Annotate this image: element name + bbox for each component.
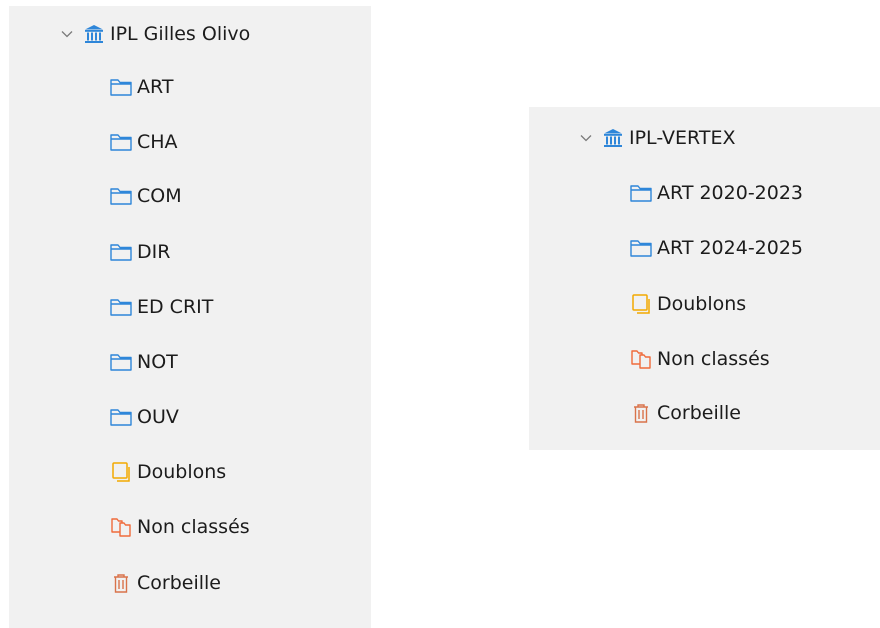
folder-icon	[109, 184, 133, 208]
collection-item-doublons[interactable]: Doublons	[629, 289, 746, 319]
collection-item-non-classes[interactable]: Non classés	[109, 512, 250, 542]
folder-icon	[109, 405, 133, 429]
library-row-ipl-gilles-olivo[interactable]: IPL Gilles Olivo	[60, 19, 250, 49]
folder-icon	[109, 295, 133, 319]
folder-icon	[629, 236, 653, 260]
collection-item-not[interactable]: NOT	[109, 347, 178, 377]
duplicates-icon	[629, 292, 653, 316]
collection-item-dir[interactable]: DIR	[109, 237, 170, 267]
folder-icon	[109, 240, 133, 264]
trash-icon	[629, 401, 653, 425]
duplicates-icon	[109, 460, 133, 484]
collection-item-non-classes[interactable]: Non classés	[629, 344, 770, 374]
folder-icon	[109, 350, 133, 374]
collection-item-art-2020-2023[interactable]: ART 2020-2023	[629, 178, 803, 208]
unfiled-icon	[629, 347, 653, 371]
collection-item-cha[interactable]: CHA	[109, 127, 178, 157]
collection-item-corbeille[interactable]: Corbeille	[629, 398, 741, 428]
library-tree-ipl-gilles-olivo: IPL Gilles Olivo ART CHA COM DIR ED CRIT	[9, 6, 371, 628]
library-name: IPL-VERTEX	[629, 127, 736, 149]
collection-item-ouv[interactable]: OUV	[109, 402, 179, 432]
folder-icon	[629, 181, 653, 205]
collection-item-corbeille[interactable]: Corbeille	[109, 568, 221, 598]
collection-item-art[interactable]: ART	[109, 72, 173, 102]
folder-icon	[109, 75, 133, 99]
collection-item-ed-crit[interactable]: ED CRIT	[109, 292, 213, 322]
library-tree-ipl-vertex: IPL-VERTEX ART 2020-2023 ART 2024-2025 D…	[529, 107, 880, 450]
chevron-down-icon[interactable]	[579, 131, 593, 145]
collection-item-doublons[interactable]: Doublons	[109, 457, 226, 487]
library-row-ipl-vertex[interactable]: IPL-VERTEX	[579, 123, 736, 153]
library-name: IPL Gilles Olivo	[110, 23, 251, 45]
chevron-down-icon[interactable]	[60, 27, 74, 41]
unfiled-icon	[109, 515, 133, 539]
library-icon	[82, 22, 106, 46]
library-icon	[601, 126, 625, 150]
collection-item-art-2024-2025[interactable]: ART 2024-2025	[629, 233, 803, 263]
collection-item-com[interactable]: COM	[109, 181, 182, 211]
folder-icon	[109, 130, 133, 154]
trash-icon	[109, 571, 133, 595]
